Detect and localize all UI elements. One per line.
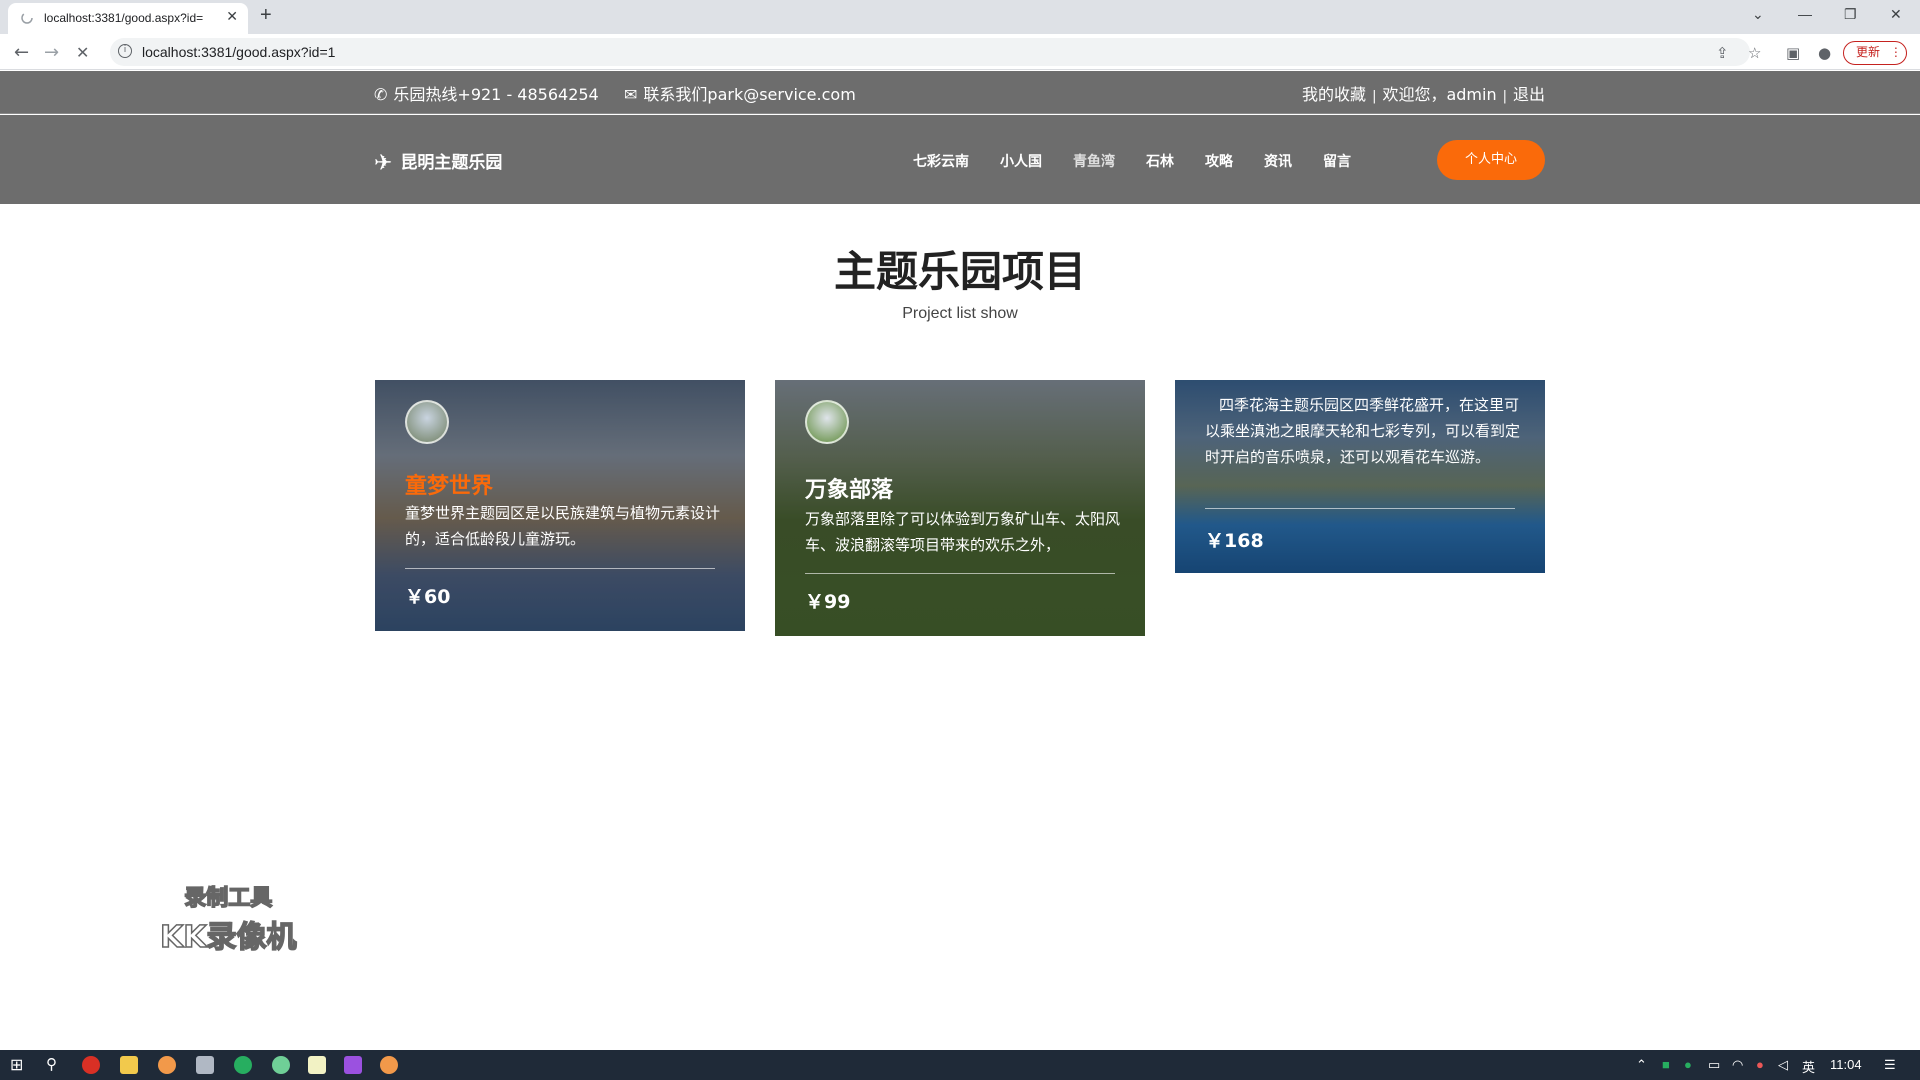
windows-taskbar: ⊞ ⚲ ⌃ ■ ● ▭ ◠ ● ◁ 英 11:04 ☰ (0, 1050, 1920, 1080)
card-name[interactable]: 万象部落 (805, 472, 893, 504)
card-avatar (405, 400, 449, 444)
tab-close-icon[interactable]: ✕ (226, 9, 238, 25)
snipping-tool-icon[interactable] (196, 1056, 214, 1074)
wifi-icon[interactable]: ◠ (1732, 1057, 1743, 1073)
visual-studio-icon[interactable] (344, 1056, 362, 1074)
side-panel-icon[interactable]: ▣ (1786, 44, 1800, 62)
site-logo[interactable]: ✈ 昆明主题乐园 (374, 148, 502, 176)
new-tab-button[interactable]: + (260, 4, 272, 27)
browser-tab[interactable]: localhost:3381/good.aspx?id= ✕ (8, 3, 248, 34)
card-description: 万象部落里除了可以体验到万象矿山车、太阳风车、波浪翻滚等项目带来的欢乐之外， (805, 510, 1121, 554)
card-divider (1205, 508, 1515, 509)
recorder-app-icon[interactable] (380, 1056, 398, 1074)
tray-wechat-icon[interactable]: ● (1684, 1057, 1692, 1072)
card-price: ￥99 (805, 591, 851, 613)
nav-item-qicai-yunnan[interactable]: 七彩云南 (913, 154, 969, 170)
browser-toolbar: ← → ✕ i localhost:3381/good.aspx?id=1 ⇪ … (0, 34, 1920, 70)
clock[interactable]: 11:04 (1830, 1057, 1862, 1072)
separator: | (1502, 89, 1507, 104)
browser-tab-strip: localhost:3381/good.aspx?id= ✕ + ⌄ — ❐ ✕ (0, 0, 1920, 34)
hotline: ✆ 乐园热线+921 - 48564254 (374, 81, 599, 105)
nav-item-guide[interactable]: 攻略 (1205, 154, 1233, 170)
contact: ✉ 联系我们park@service.com (624, 81, 856, 105)
restore-icon[interactable]: ❐ (1844, 6, 1857, 23)
notepad-icon[interactable] (308, 1056, 326, 1074)
tray-qq-icon[interactable]: ● (1756, 1057, 1764, 1072)
card-name[interactable]: 童梦世界 (405, 468, 493, 500)
main-nav: 七彩云南 小人国 青鱼湾 石林 攻略 资讯 留言 (913, 151, 1382, 171)
minimize-icon[interactable]: — (1798, 6, 1812, 22)
user-links: 我的收藏 | 欢迎您，admin | 退出 (1302, 81, 1545, 105)
personal-center-button[interactable]: 个人中心 (1437, 140, 1545, 180)
url-text: localhost:3381/good.aspx?id=1 (142, 44, 336, 60)
share-icon[interactable]: ⇪ (1716, 44, 1729, 62)
tray-network-device-icon[interactable]: ▭ (1708, 1057, 1720, 1073)
page-favicon-icon (21, 12, 33, 24)
airplane-icon: ✈ (374, 151, 393, 176)
tray-app-icon[interactable]: ■ (1662, 1057, 1670, 1072)
recorder-watermark: 录制工具 KK录像机 (159, 880, 297, 956)
wechat-icon[interactable] (234, 1056, 252, 1074)
site-info-icon[interactable]: i (118, 44, 132, 58)
watermark-line2: KK录像机 (159, 919, 297, 956)
search-icon[interactable]: ⚲ (46, 1055, 57, 1073)
contact-text: 联系我们park@service.com (643, 85, 856, 104)
phone-icon: ✆ (374, 85, 388, 104)
back-icon[interactable]: ← (14, 42, 29, 63)
bookmark-star-icon[interactable]: ☆ (1748, 44, 1761, 62)
profile-avatar-icon[interactable]: ● (1818, 44, 1831, 62)
project-card[interactable]: 童梦世界 童梦世界主题园区是以民族建筑与植物元素设计的，适合低龄段儿童游玩。 ￥… (375, 380, 745, 631)
update-label: 更新 (1856, 45, 1881, 59)
app-icon[interactable] (272, 1056, 290, 1074)
close-window-icon[interactable]: ✕ (1890, 6, 1902, 23)
search-tool-icon[interactable] (158, 1056, 176, 1074)
mail-icon: ✉ (624, 85, 638, 104)
card-price: ￥60 (405, 586, 451, 608)
section-subtitle: Project list show (902, 305, 1018, 322)
nav-item-qingyu-wan[interactable]: 青鱼湾 (1073, 154, 1115, 170)
site-header: ✈ 昆明主题乐园 七彩云南 小人国 青鱼湾 石林 攻略 资讯 留言 个人中心 (0, 115, 1920, 204)
logout-link[interactable]: 退出 (1513, 85, 1545, 104)
hotline-text: 乐园热线+921 - 48564254 (393, 85, 599, 104)
card-description: 童梦世界主题园区是以民族建筑与植物元素设计的，适合低龄段儿童游玩。 (405, 504, 721, 548)
nav-item-message[interactable]: 留言 (1323, 154, 1351, 170)
card-divider (805, 573, 1115, 574)
stop-loading-icon[interactable]: ✕ (76, 43, 89, 62)
update-button[interactable]: 更新 ⋮ (1843, 41, 1907, 65)
site-topbar: ✆ 乐园热线+921 - 48564254 ✉ 联系我们park@service.c… (0, 71, 1920, 114)
windows-start-icon[interactable]: ⊞ (10, 1055, 23, 1075)
address-bar[interactable]: i localhost:3381/good.aspx?id=1 (110, 38, 1750, 66)
forward-icon[interactable]: → (44, 42, 59, 63)
welcome-text: 欢迎您，admin (1382, 85, 1497, 104)
project-card[interactable]: 四季花海主题乐园区四季鲜花盛开，在这里可以乘坐滇池之眼摩天轮和七彩专列，可以看到… (1175, 380, 1545, 573)
favorites-link[interactable]: 我的收藏 (1302, 85, 1366, 104)
nav-item-news[interactable]: 资讯 (1264, 154, 1292, 170)
tab-search-icon[interactable]: ⌄ (1752, 6, 1764, 23)
volume-icon[interactable]: ◁ (1778, 1057, 1788, 1073)
browser-menu-icon[interactable]: ⋮ (1890, 45, 1902, 59)
project-card[interactable]: 万象部落 万象部落里除了可以体验到万象矿山车、太阳风车、波浪翻滚等项目带来的欢乐… (775, 380, 1145, 636)
logo-text: 昆明主题乐园 (400, 153, 503, 173)
tab-title: localhost:3381/good.aspx?id= (44, 11, 204, 25)
card-avatar (805, 400, 849, 444)
watermark-line1: 录制工具 (183, 885, 273, 912)
card-price: ￥168 (1205, 530, 1264, 552)
chrome-icon[interactable] (82, 1056, 100, 1074)
card-divider (405, 568, 715, 569)
notification-icon[interactable]: ☰ (1884, 1057, 1896, 1073)
tray-chevron-icon[interactable]: ⌃ (1636, 1057, 1647, 1073)
nav-item-shilin[interactable]: 石林 (1146, 154, 1174, 170)
section-title: 主题乐园项目 (833, 247, 1086, 296)
input-method-indicator[interactable]: 英 (1802, 1057, 1815, 1076)
file-explorer-icon[interactable] (120, 1056, 138, 1074)
card-description: 四季花海主题乐园区四季鲜花盛开，在这里可以乘坐滇池之眼摩天轮和七彩专列，可以看到… (1205, 396, 1521, 466)
nav-item-xiaoren-guo[interactable]: 小人国 (1000, 154, 1042, 170)
separator: | (1372, 89, 1377, 104)
